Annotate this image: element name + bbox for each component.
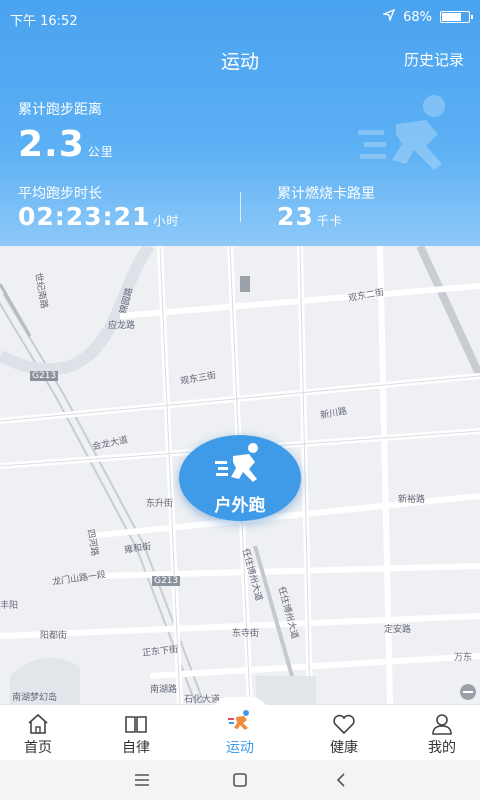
book-icon [125, 716, 147, 733]
menu-icon[interactable] [132, 770, 152, 790]
tab-label: 首页 [24, 740, 52, 756]
tab-label: 健康 [330, 740, 358, 756]
tab-discipline[interactable]: 自律 [88, 705, 184, 761]
duration-label: 平均跑步时长 [18, 186, 102, 202]
location-icon [381, 8, 396, 25]
runner-icon [215, 443, 258, 482]
home-nav-icon[interactable] [230, 770, 250, 790]
tab-label: 我的 [428, 740, 456, 756]
distance-unit: 公里 [87, 145, 114, 159]
map-label: 阳都街 [40, 631, 68, 641]
map-label: 南湖路 [150, 685, 178, 695]
map-label: 定安路 [384, 625, 412, 635]
map-label: 应龙路 [108, 321, 136, 331]
duration-value: 02:23:21 小时 [18, 202, 180, 231]
map-label: 东升街 [146, 499, 174, 509]
tab-label: 运动 [226, 740, 254, 756]
calories-unit: 千卡 [316, 214, 343, 228]
status-bar: 下午 16:52 68% [0, 0, 480, 36]
map-label: 万东 [454, 653, 473, 663]
tab-health[interactable]: 健康 [296, 705, 392, 761]
battery-icon [440, 11, 473, 23]
tab-home[interactable]: 首页 [0, 705, 86, 761]
map-label: 南湖梦幻岛 [12, 693, 58, 703]
distance-label: 累计跑步距离 [18, 102, 102, 118]
outdoor-run-label: 户外跑 [214, 496, 266, 516]
map-label: 丰阳 [0, 601, 19, 611]
calories-label: 累计燃烧卡路里 [277, 186, 375, 202]
history-button[interactable]: 历史记录 [404, 49, 464, 70]
user-icon [432, 714, 452, 735]
map-label: G213 [30, 371, 59, 381]
battery-percent: 68% [403, 9, 432, 25]
tab-profile[interactable]: 我的 [394, 705, 480, 761]
tab-sport[interactable]: 运动 [192, 697, 288, 761]
home-icon [28, 713, 48, 734]
stats-header: 下午 16:52 68% 运动 历史记录 累计跑步距离 2.3 公里 平均跑步时长… [0, 0, 480, 246]
status-time: 下午 16:52 [10, 14, 78, 29]
tab-label: 自律 [122, 740, 150, 756]
outdoor-run-button[interactable]: 户外跑 [179, 435, 301, 521]
map-label: 东寺街 [232, 629, 260, 639]
runner-watermark-icon [358, 95, 445, 170]
system-nav-bar [0, 760, 480, 800]
heart-icon [333, 714, 355, 735]
stats-divider [240, 192, 241, 222]
back-icon[interactable] [332, 770, 352, 790]
calories-value: 23 千卡 [277, 202, 343, 231]
map-label: 新裕路 [398, 495, 426, 505]
bottom-tab-bar: 首页 自律 运动 健康 我的 [0, 697, 480, 761]
runner-icon [228, 710, 249, 730]
map-label: G213 [152, 576, 181, 586]
distance-value: 2.3 公里 [18, 124, 114, 165]
duration-unit: 小时 [153, 214, 180, 228]
